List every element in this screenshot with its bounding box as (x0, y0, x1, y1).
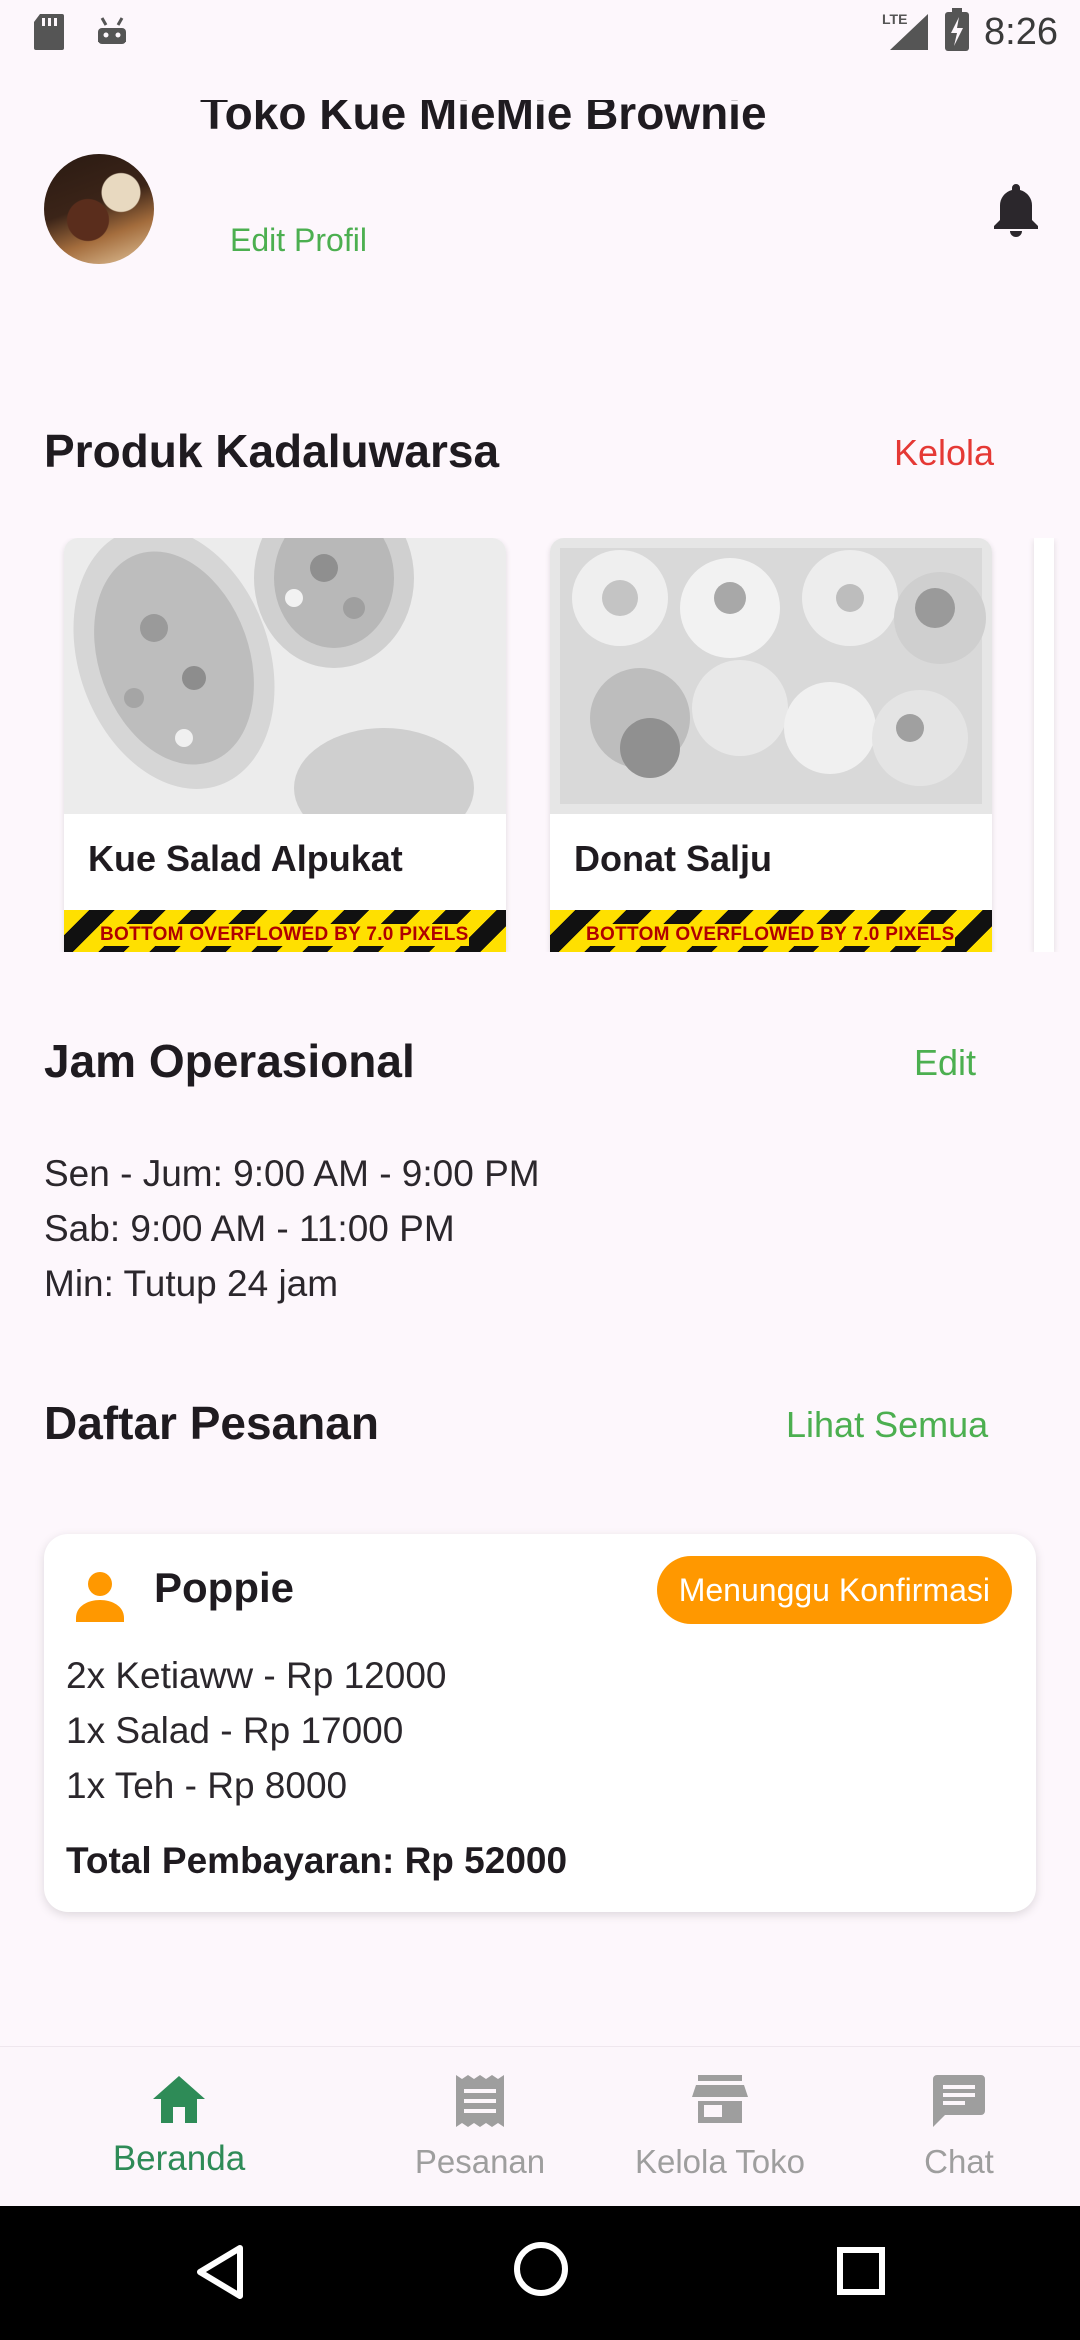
home-icon (150, 2073, 208, 2130)
order-item: 1x Salad - Rp 17000 (66, 1710, 404, 1751)
nav-label: Kelola Toko (634, 2143, 805, 2180)
edit-profile-link[interactable]: Edit Profil (230, 222, 367, 259)
nav-item-beranda[interactable]: Beranda (44, 2047, 314, 2207)
svg-text:LTE: LTE (882, 11, 907, 27)
product-card[interactable]: Kue Salad Alpukat BOTTOM OVERFLOWED BY 7… (64, 538, 506, 952)
product-name: Kue Salad Alpukat (88, 838, 403, 879)
order-item: 2x Ketiaww - Rp 12000 (66, 1655, 447, 1696)
order-total: Total Pembayaran: Rp 52000 (66, 1840, 568, 1881)
order-card[interactable]: Poppie Menunggu Konfirmasi 2x Ketiaww - … (44, 1534, 1036, 1912)
order-item: 1x Teh - Rp 8000 (66, 1765, 348, 1806)
system-navigation-bar (0, 2206, 1080, 2340)
avatar[interactable] (44, 154, 154, 264)
chat-icon (931, 2073, 987, 2134)
store-header: Toko Kue MieMie Brownie Edit Profil (0, 100, 1080, 300)
battery-charging-icon (944, 8, 970, 57)
product-card-peek[interactable] (1034, 538, 1054, 952)
customer-name: Poppie (154, 1564, 295, 1611)
nav-label: Pesanan (414, 2143, 546, 2180)
nav-item-kelola-toko[interactable]: Kelola Toko (585, 2047, 855, 2207)
bell-icon[interactable] (990, 180, 1042, 243)
nav-label: Beranda (112, 2139, 246, 2178)
orders-title: Daftar Pesanan (44, 1397, 379, 1449)
status-badge: Menunggu Konfirmasi (656, 1556, 1012, 1624)
see-all-orders-button[interactable]: Lihat Semua (786, 1404, 988, 1446)
product-card[interactable]: Donat Salju BOTTOM OVERFLOWED BY 7.0 PIX… (550, 538, 992, 952)
store-icon (692, 2073, 748, 2130)
person-icon (72, 1568, 128, 1629)
nav-item-pesanan[interactable]: Pesanan (345, 2047, 615, 2207)
expired-products-carousel[interactable]: Kue Salad Alpukat BOTTOM OVERFLOWED BY 7… (0, 538, 1080, 952)
nav-item-chat[interactable]: Chat (824, 2047, 1080, 2207)
overflow-warning-text: BOTTOM OVERFLOWED BY 7.0 PIXELS (586, 924, 955, 946)
store-name: Toko Kue MieMie Brownie (200, 100, 767, 139)
back-icon[interactable] (194, 2244, 246, 2305)
order-items: 2x Ketiaww - Rp 12000 1x Salad - Rp 1700… (66, 1648, 446, 1813)
home-circle-icon[interactable] (512, 2240, 570, 2303)
overflow-warning-text: BOTTOM OVERFLOWED BY 7.0 PIXELS (100, 924, 469, 946)
hours-line: Min: Tutup 24 jam (44, 1263, 339, 1304)
product-name: Donat Salju (574, 838, 773, 879)
sd-card-icon (32, 12, 66, 57)
product-image (64, 538, 506, 848)
product-image (550, 538, 992, 814)
nav-label: Chat (924, 2143, 994, 2180)
edit-hours-button[interactable]: Edit (914, 1042, 976, 1084)
status-bar: LTE 8:26 (0, 0, 1080, 66)
hours-line: Sen - Jum: 9:00 AM - 9:00 PM (44, 1153, 540, 1194)
operating-hours-list: Sen - Jum: 9:00 AM - 9:00 PM Sab: 9:00 A… (44, 1146, 540, 1311)
android-icon (94, 14, 130, 55)
recents-icon[interactable] (836, 2246, 886, 2301)
operating-hours-title: Jam Operasional (44, 1035, 415, 1087)
receipt-icon (454, 2073, 506, 2134)
lte-signal-icon: LTE (880, 8, 930, 57)
bottom-navigation: Beranda Pesanan Kelola Toko Chat (0, 2046, 1080, 2206)
hours-line: Sab: 9:00 AM - 11:00 PM (44, 1208, 455, 1249)
expired-products-title: Produk Kadaluwarsa (44, 425, 500, 477)
manage-expired-button[interactable]: Kelola (894, 432, 994, 474)
clock: 8:26 (984, 11, 1058, 53)
